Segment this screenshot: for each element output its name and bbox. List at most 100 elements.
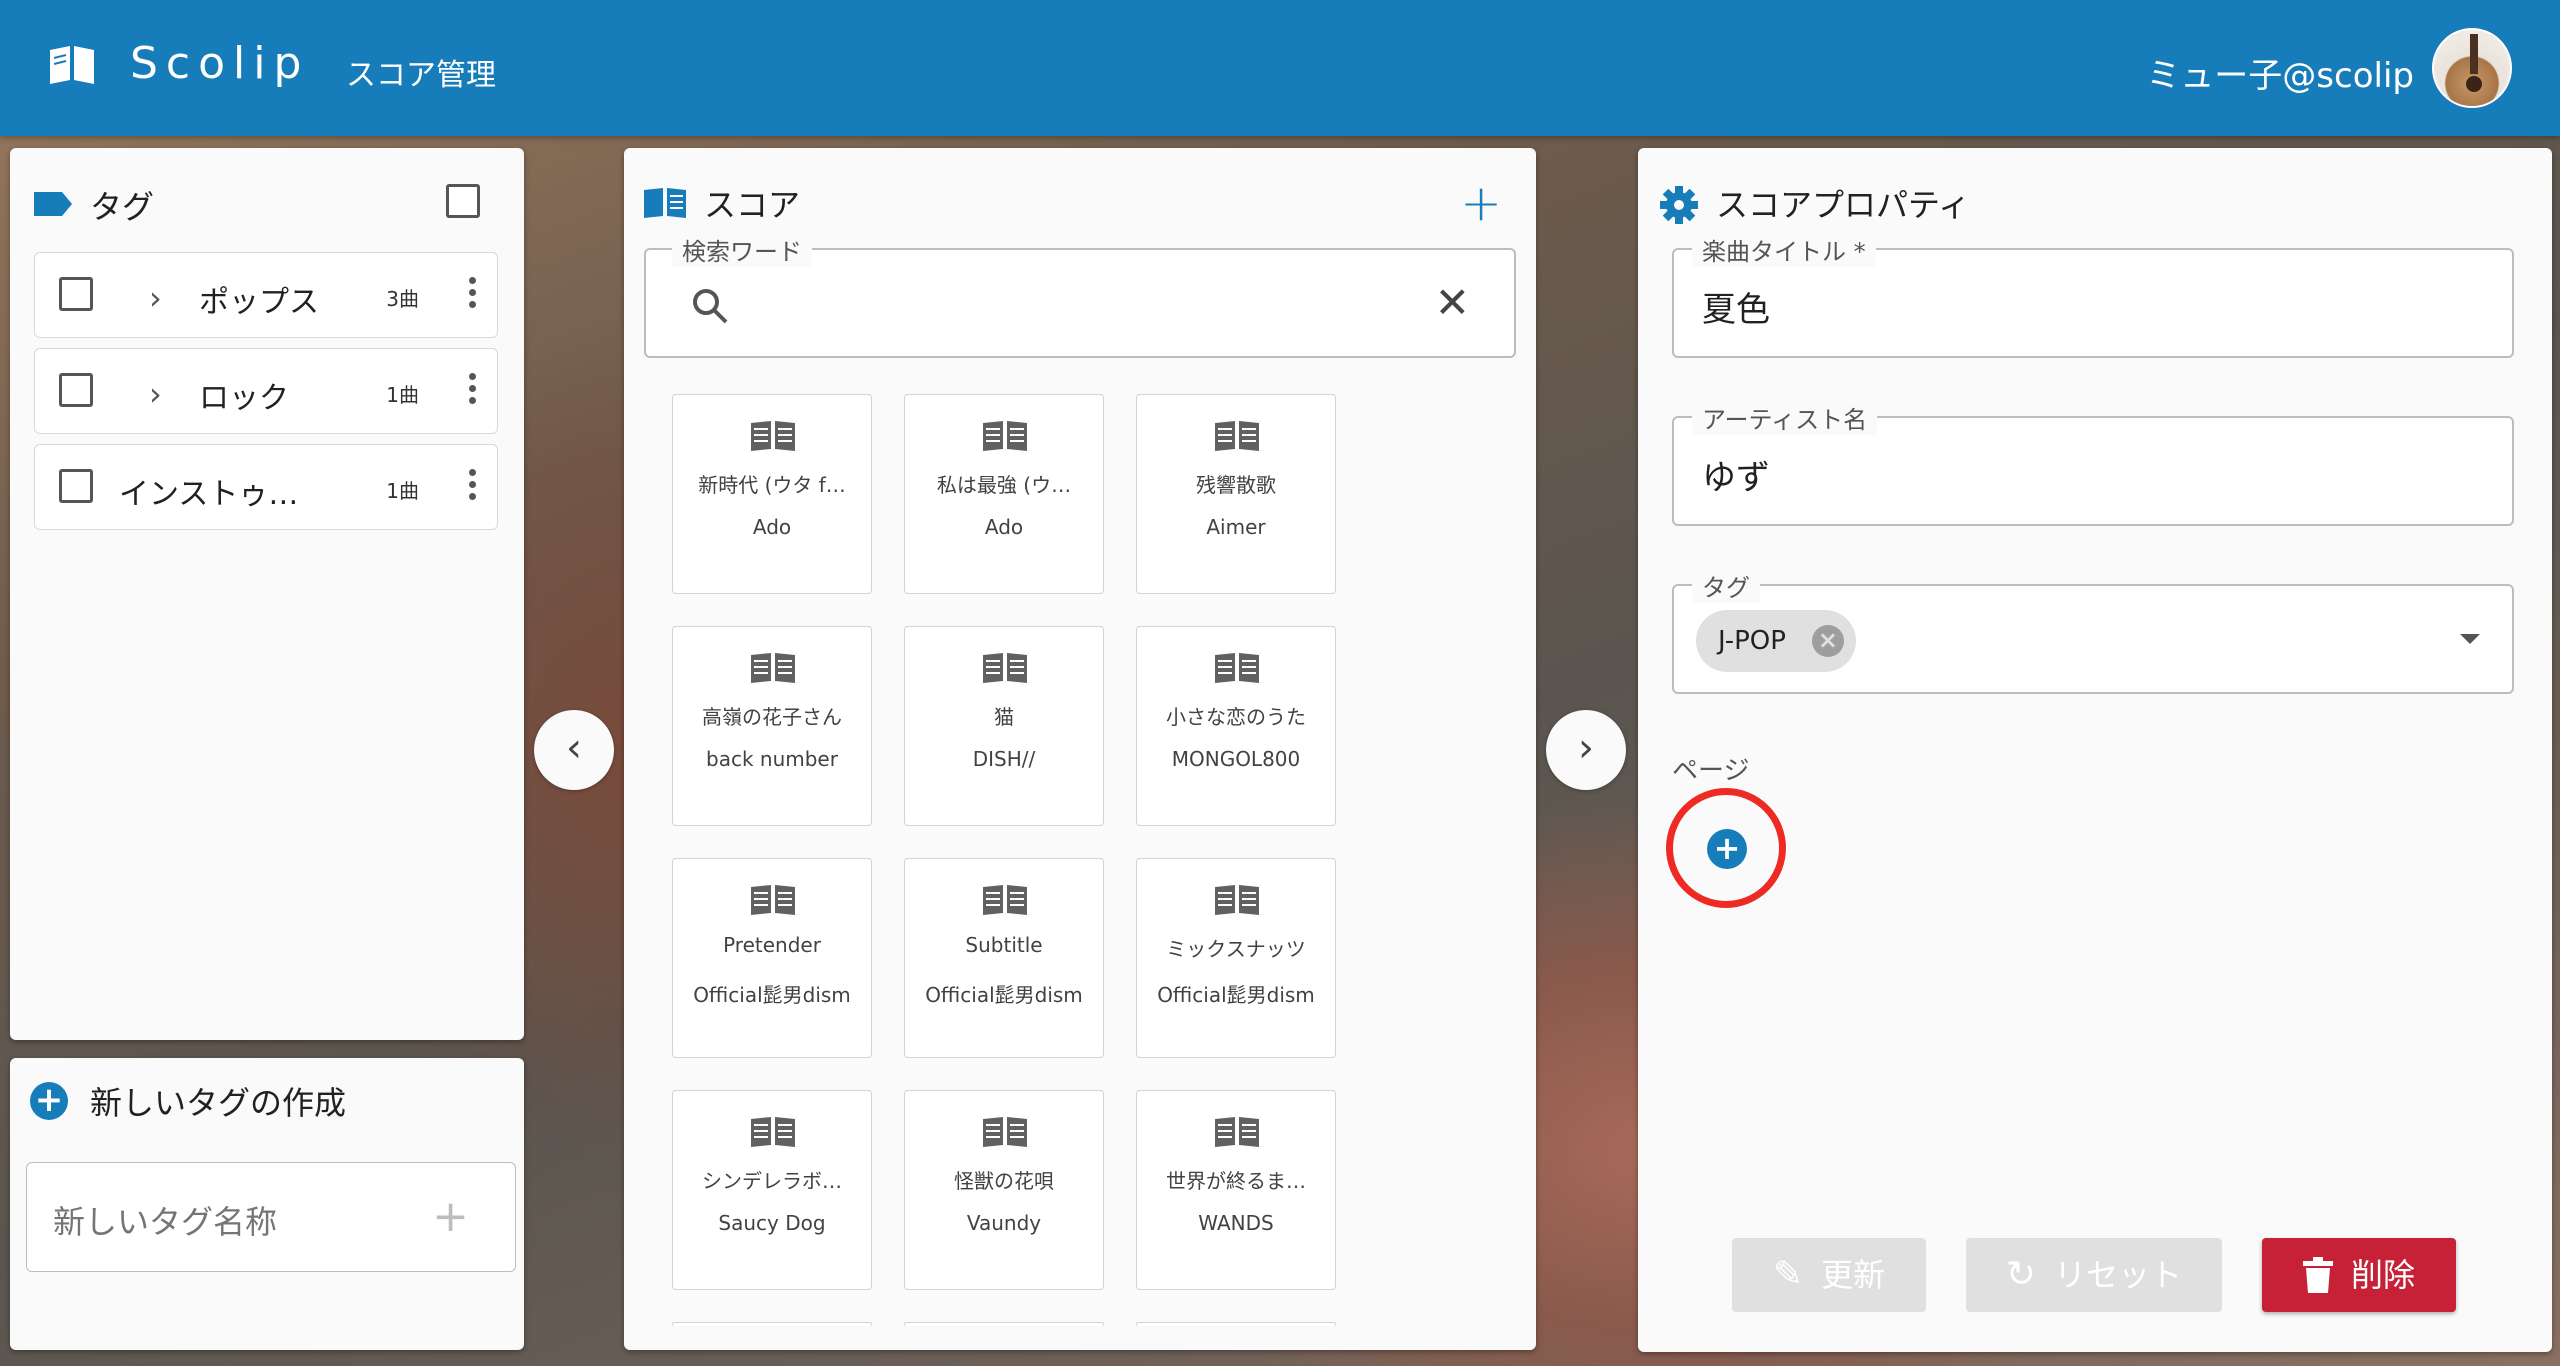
book-icon xyxy=(1215,885,1259,915)
score-card-title: 新時代 (ウタ f… xyxy=(698,473,846,497)
tag-checkbox[interactable] xyxy=(59,469,93,503)
score-card[interactable]: 猫 DISH// xyxy=(904,626,1104,826)
book-icon xyxy=(983,885,1027,915)
score-card-artist: Vaundy xyxy=(966,1211,1042,1235)
score-card-partial[interactable] xyxy=(1136,1322,1336,1326)
nav-score-management[interactable]: スコア管理 xyxy=(346,50,496,94)
score-card[interactable]: 怪獣の花唄 Vaundy xyxy=(904,1090,1104,1290)
tag-item-pops[interactable]: › ポップス 3曲 xyxy=(34,252,498,338)
clear-icon[interactable]: ✕ xyxy=(1435,278,1470,327)
gear-icon xyxy=(1660,186,1698,224)
add-score-icon[interactable]: + xyxy=(1460,174,1502,232)
more-vert-icon[interactable] xyxy=(469,469,477,505)
book-icon xyxy=(983,653,1027,683)
chevron-right-icon[interactable]: › xyxy=(149,279,162,317)
menu-book-icon xyxy=(644,188,686,218)
book-icon xyxy=(983,1117,1027,1147)
more-vert-icon[interactable] xyxy=(469,277,477,313)
score-card[interactable]: 高嶺の花子さん back number xyxy=(672,626,872,826)
reset-label: リセット xyxy=(2054,1256,2183,1294)
book-icon xyxy=(751,1117,795,1147)
song-title-field[interactable]: 楽曲タイトル * 夏色 xyxy=(1672,232,2514,358)
score-card[interactable]: 私は最強 (ウ… Ado xyxy=(904,394,1104,594)
search-input[interactable]: 検索ワード ✕ xyxy=(644,232,1516,358)
new-tag-panel: + 新しいタグの作成 新しいタグ名称 + xyxy=(10,1058,524,1350)
search-icon xyxy=(693,289,728,324)
tag-select-label: タグ xyxy=(1692,568,1760,603)
new-tag-name-input[interactable]: 新しいタグ名称 + xyxy=(26,1162,516,1272)
tag-panel: タグ › ポップス 3曲 › ロック 1曲 インストゥ… 1曲 xyxy=(10,148,524,1040)
score-card-partial[interactable] xyxy=(672,1322,872,1326)
chevron-right-icon[interactable]: › xyxy=(149,375,162,413)
score-card[interactable]: ミックスナッツ Official髭男dism xyxy=(1136,858,1336,1058)
property-panel-title: スコアプロパティ xyxy=(1716,186,1971,224)
property-panel: スコアプロパティ 楽曲タイトル * 夏色 アーティスト名 ゆず タグ J-POP… xyxy=(1638,148,2552,1352)
score-card-partial[interactable] xyxy=(904,1322,1104,1326)
tag-checkbox[interactable] xyxy=(59,277,93,311)
tag-chip-label: J-POP xyxy=(1718,626,1786,656)
score-card-title: Pretender xyxy=(723,933,821,957)
tag-select-field[interactable]: タグ J-POP × xyxy=(1672,568,2514,694)
brand-name[interactable]: Scolip xyxy=(130,38,309,89)
tag-name: ロック xyxy=(199,381,289,416)
score-card-artist: Official髭男dism xyxy=(693,983,851,1007)
artist-label: アーティスト名 xyxy=(1692,400,1878,435)
score-card-artist: MONGOL800 xyxy=(1171,747,1301,771)
score-card-title: 高嶺の花子さん xyxy=(702,705,842,729)
new-tag-placeholder: 新しいタグ名称 xyxy=(53,1203,278,1241)
score-card[interactable]: 世界が終るま… WANDS xyxy=(1136,1090,1336,1290)
score-card-artist: Ado xyxy=(984,515,1024,539)
next-button[interactable]: › xyxy=(1546,710,1626,790)
artist-value: ゆず xyxy=(1702,458,1770,498)
tag-count: 1曲 xyxy=(386,479,419,503)
update-button[interactable]: ✎ 更新 xyxy=(1732,1238,1926,1312)
score-card-artist: Aimer xyxy=(1206,515,1266,539)
label-icon xyxy=(34,192,72,216)
tag-name: インストゥ… xyxy=(119,477,299,512)
score-card-title: 怪獣の花唄 xyxy=(954,1169,1054,1193)
score-card[interactable]: シンデレラボ… Saucy Dog xyxy=(672,1090,872,1290)
score-card[interactable]: 新時代 (ウタ f… Ado xyxy=(672,394,872,594)
dropdown-arrow-icon[interactable] xyxy=(2460,634,2480,644)
book-icon xyxy=(1215,1117,1259,1147)
score-card[interactable]: 残響散歌 Aimer xyxy=(1136,394,1336,594)
score-card-artist: Saucy Dog xyxy=(718,1211,826,1235)
score-card[interactable]: Pretender Official髭男dism xyxy=(672,858,872,1058)
artist-field[interactable]: アーティスト名 ゆず xyxy=(1672,400,2514,526)
tag-checkbox[interactable] xyxy=(59,373,93,407)
delete-button[interactable]: 削除 xyxy=(2262,1238,2456,1312)
tag-chip[interactable]: J-POP × xyxy=(1696,610,1856,672)
new-tag-title: 新しいタグの作成 xyxy=(90,1084,347,1122)
score-card-title: 猫 xyxy=(994,705,1014,729)
score-card-artist: Official髭男dism xyxy=(925,983,1083,1007)
avatar[interactable] xyxy=(2432,28,2512,108)
pencil-icon: ✎ xyxy=(1772,1254,1804,1295)
score-card[interactable]: Subtitle Official髭男dism xyxy=(904,858,1104,1058)
score-card-artist: DISH// xyxy=(972,747,1036,771)
page-label: ページ xyxy=(1672,756,1750,786)
song-title-value: 夏色 xyxy=(1702,290,1770,330)
prev-button[interactable]: ‹ xyxy=(534,710,614,790)
app-header: Scolip スコア管理 ミュー子@scolip xyxy=(0,0,2560,136)
more-vert-icon[interactable] xyxy=(469,373,477,409)
reset-button[interactable]: ↻ リセット xyxy=(1966,1238,2222,1312)
tag-panel-title: タグ xyxy=(90,188,155,226)
highlight-ring: + xyxy=(1666,788,1786,908)
add-page-button[interactable]: + xyxy=(1707,829,1747,869)
add-tag-plus-icon[interactable]: + xyxy=(432,1191,469,1242)
score-card-title: 世界が終るま… xyxy=(1166,1169,1306,1193)
tag-item-instrumental[interactable]: インストゥ… 1曲 xyxy=(34,444,498,530)
delete-label: 削除 xyxy=(2350,1256,2415,1294)
book-icon xyxy=(751,885,795,915)
score-card-title: 残響散歌 xyxy=(1196,473,1276,497)
score-card[interactable]: 小さな恋のうた MONGOL800 xyxy=(1136,626,1336,826)
tag-count: 3曲 xyxy=(386,287,419,311)
tag-item-rock[interactable]: › ロック 1曲 xyxy=(34,348,498,434)
select-all-tags-checkbox[interactable] xyxy=(446,184,480,218)
book-icon xyxy=(1215,653,1259,683)
song-title-label: 楽曲タイトル * xyxy=(1692,232,1876,267)
score-card-title: シンデレラボ… xyxy=(702,1169,842,1193)
user-name[interactable]: ミュー子@scolip xyxy=(2146,48,2414,97)
chip-remove-icon[interactable]: × xyxy=(1811,625,1844,657)
open-book-logo-icon xyxy=(50,46,94,84)
